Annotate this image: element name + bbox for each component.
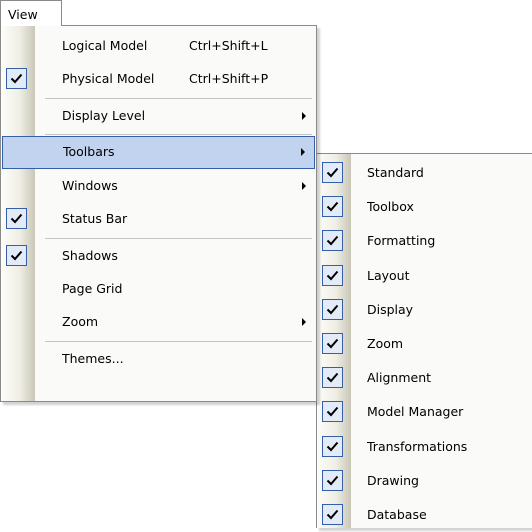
menu-item-label: Display Level xyxy=(62,108,146,123)
submenu-item-label: Display xyxy=(367,301,414,317)
menu-item-label: Toolbars xyxy=(63,144,115,159)
submenu-item-drawing[interactable]: Drawing xyxy=(317,465,532,498)
submenu-item-alignment[interactable]: Alignment xyxy=(317,362,532,395)
submenu-arrow-icon xyxy=(301,148,305,156)
view-menu-button[interactable]: View xyxy=(0,0,62,26)
submenu-item-label: Layout xyxy=(367,267,410,283)
checkmark-icon xyxy=(6,208,27,229)
menu-item-label: Logical Model xyxy=(62,38,148,53)
menu-item-label: Shadows xyxy=(62,248,118,263)
submenu-arrow-icon xyxy=(302,112,306,120)
submenu-item-label: Database xyxy=(367,507,427,522)
submenu-item-layout[interactable]: Layout xyxy=(317,260,532,293)
checkmark-icon xyxy=(6,245,27,266)
menu-item-label: Windows xyxy=(62,178,118,193)
checkmark-icon xyxy=(322,333,343,354)
submenu-item-transformations[interactable]: Transformations xyxy=(317,431,532,464)
checkmark-icon xyxy=(322,367,343,389)
submenu-item-zoom[interactable]: Zoom xyxy=(317,328,532,361)
view-menu: Logical Model Ctrl+Shift+L Physical Mode… xyxy=(0,25,317,402)
submenu-item-database[interactable]: Database xyxy=(317,499,532,532)
menu-item-logical-model[interactable]: Logical Model Ctrl+Shift+L xyxy=(1,30,316,63)
menu-separator xyxy=(45,134,312,135)
checkmark-icon xyxy=(6,68,27,89)
submenu-item-display[interactable]: Display xyxy=(317,294,532,327)
submenu-item-toolbox[interactable]: Toolbox xyxy=(317,191,532,224)
submenu-arrow-icon xyxy=(302,318,306,326)
submenu-item-model-manager[interactable]: Model Manager xyxy=(317,396,532,429)
menu-item-label: Themes... xyxy=(62,351,124,366)
checkmark-icon xyxy=(322,298,343,320)
menu-item-label: Status Bar xyxy=(62,211,128,226)
submenu-item-label: Transformations xyxy=(367,438,468,454)
menu-item-physical-model[interactable]: Physical Model Ctrl+Shift+P xyxy=(1,63,316,96)
submenu-item-formatting[interactable]: Formatting xyxy=(317,225,532,258)
menu-separator xyxy=(45,98,312,99)
submenu-item-label: Formatting xyxy=(367,233,436,249)
checkmark-icon xyxy=(322,435,343,457)
menu-item-shortcut: Ctrl+Shift+P xyxy=(189,71,269,86)
submenu-item-label: Zoom xyxy=(367,336,404,351)
menu-item-display-level[interactable]: Display Level xyxy=(1,100,316,133)
toolbars-submenu: Standard Toolbox Formatting Layout Display Zo… xyxy=(316,153,532,528)
checkmark-icon xyxy=(322,504,343,525)
submenu-item-label: Toolbox xyxy=(367,199,414,215)
checkmark-icon xyxy=(322,230,343,252)
menu-separator xyxy=(45,341,312,342)
menu-item-label: Zoom xyxy=(62,314,99,329)
checkmark-icon xyxy=(322,196,343,218)
submenu-item-label: Drawing xyxy=(367,472,419,488)
menu-item-shortcut: Ctrl+Shift+L xyxy=(189,38,268,53)
menu-item-windows[interactable]: Windows xyxy=(1,170,316,203)
checkmark-icon xyxy=(322,469,343,491)
submenu-item-label: Model Manager xyxy=(367,404,464,420)
menu-item-label: Page Grid xyxy=(62,281,123,296)
view-menu-label: View xyxy=(8,7,38,22)
menu-item-shadows[interactable]: Shadows xyxy=(1,240,316,273)
menu-separator xyxy=(45,238,312,239)
checkmark-icon xyxy=(322,264,343,286)
menu-item-status-bar[interactable]: Status Bar xyxy=(1,203,316,236)
menu-item-zoom[interactable]: Zoom xyxy=(1,306,316,339)
submenu-item-standard[interactable]: Standard xyxy=(317,157,532,190)
checkmark-icon xyxy=(322,401,343,423)
submenu-arrow-icon xyxy=(302,182,306,190)
submenu-item-label: Alignment xyxy=(367,370,432,386)
menu-item-page-grid[interactable]: Page Grid xyxy=(1,273,316,306)
menu-item-label: Physical Model xyxy=(62,71,155,86)
submenu-item-label: Standard xyxy=(367,165,424,180)
menu-item-themes[interactable]: Themes... xyxy=(1,343,316,376)
checkmark-icon xyxy=(322,162,343,183)
menu-item-toolbars[interactable]: Toolbars xyxy=(2,136,315,169)
